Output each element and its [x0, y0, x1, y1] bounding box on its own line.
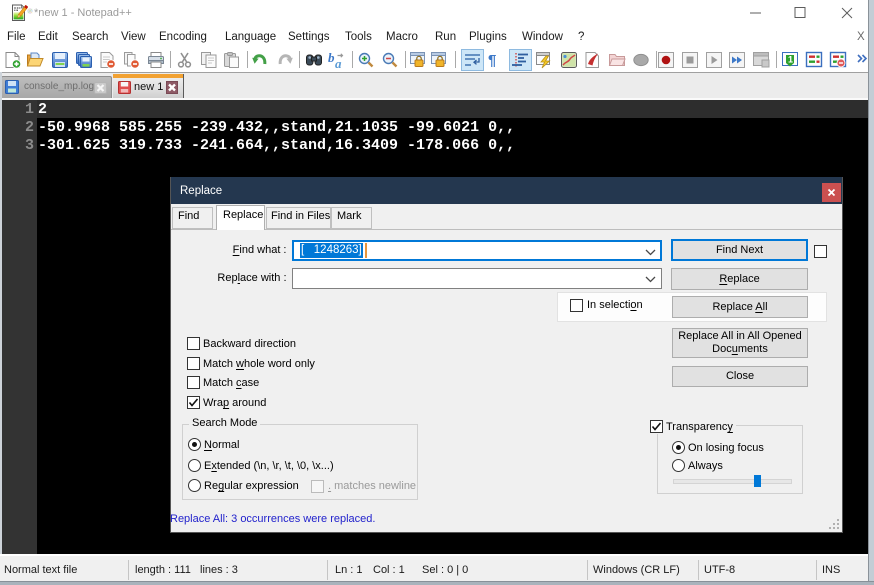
svg-text:1: 1 [788, 55, 793, 65]
svg-text:¶: ¶ [488, 52, 496, 69]
svg-text:a: a [335, 56, 342, 71]
svg-text:b: b [328, 50, 335, 65]
